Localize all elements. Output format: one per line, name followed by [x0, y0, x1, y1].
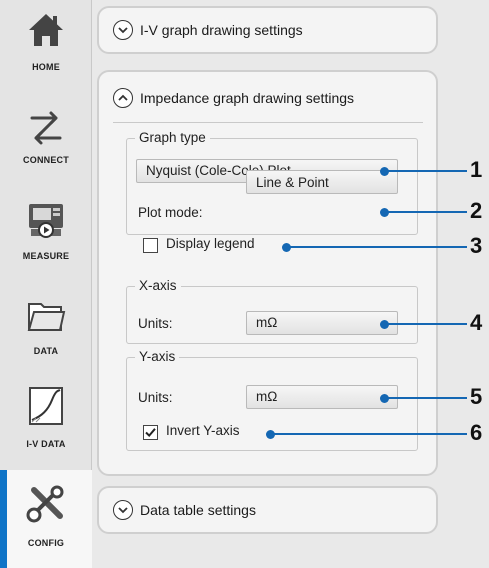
checkmark-icon: [145, 428, 156, 438]
sidebar-item-label: HOME: [32, 62, 60, 72]
display-legend-label: Display legend: [166, 236, 255, 251]
chevron-down-icon: [113, 500, 133, 520]
sidebar-item-measure[interactable]: MEASURE: [0, 188, 92, 282]
data-table-settings-section[interactable]: Data table settings: [97, 486, 438, 534]
plot-mode-label: Plot mode:: [138, 205, 203, 220]
sidebar-item-home[interactable]: HOME: [0, 0, 92, 94]
sidebar-item-connect[interactable]: CONNECT: [0, 94, 92, 188]
chevron-down-icon: [113, 20, 133, 40]
callout-line-5: [385, 397, 467, 399]
sidebar-item-iv-data[interactable]: I-V DATA: [0, 376, 92, 470]
sidebar-item-label: I-V DATA: [26, 439, 66, 449]
sidebar: HOME CONNECT MEASURE DATA I-V DATA CONFI…: [0, 0, 92, 568]
group-title: Graph type: [135, 130, 210, 145]
y-units-dropdown[interactable]: mΩ: [246, 385, 398, 409]
callout-3: 3: [470, 233, 483, 258]
sidebar-item-label: DATA: [33, 346, 59, 356]
connect-icon: [30, 111, 62, 145]
measure-icon: [29, 204, 63, 238]
iv-graph-settings-header[interactable]: I-V graph drawing settings: [113, 20, 303, 40]
home-icon: [29, 14, 63, 46]
callout-line-2: [385, 211, 467, 213]
callout-line-6: [271, 433, 467, 435]
callout-5: 5: [470, 384, 483, 409]
callout-line-4: [385, 323, 467, 325]
section-title: Data table settings: [140, 502, 256, 518]
section-title: I-V graph drawing settings: [140, 22, 303, 38]
data-table-settings-header[interactable]: Data table settings: [113, 500, 256, 520]
callout-line-1: [385, 170, 467, 172]
y-units-label: Units:: [138, 390, 173, 405]
impedance-graph-settings-header[interactable]: Impedance graph drawing settings: [113, 88, 354, 108]
iv-data-icon: [29, 387, 63, 425]
sidebar-item-label: CONNECT: [23, 155, 69, 165]
divider: [113, 122, 423, 123]
x-units-dropdown[interactable]: mΩ: [246, 311, 398, 335]
invert-y-axis-label: Invert Y-axis: [166, 423, 240, 438]
sidebar-item-config[interactable]: CONFIG: [0, 470, 92, 568]
config-icon: [26, 485, 64, 523]
plot-mode-value: Line & Point: [256, 175, 329, 190]
callout-6: 6: [470, 420, 483, 445]
callout-4: 4: [470, 310, 483, 335]
sidebar-item-label: MEASURE: [22, 251, 70, 261]
group-title: X-axis: [135, 278, 181, 293]
section-title: Impedance graph drawing settings: [140, 90, 355, 106]
sidebar-item-label: CONFIG: [27, 538, 65, 548]
group-title: Y-axis: [135, 349, 180, 364]
callout-line-3: [287, 246, 467, 248]
iv-graph-settings-section[interactable]: I-V graph drawing settings: [97, 6, 438, 54]
callout-1: 1: [470, 157, 483, 182]
folder-icon: [27, 303, 66, 331]
x-units-label: Units:: [138, 316, 173, 331]
sidebar-item-data[interactable]: DATA: [0, 282, 92, 376]
callout-2: 2: [470, 198, 483, 223]
chevron-up-icon: [113, 88, 133, 108]
display-legend-checkbox[interactable]: [143, 238, 158, 253]
invert-y-axis-checkbox[interactable]: [143, 425, 158, 440]
